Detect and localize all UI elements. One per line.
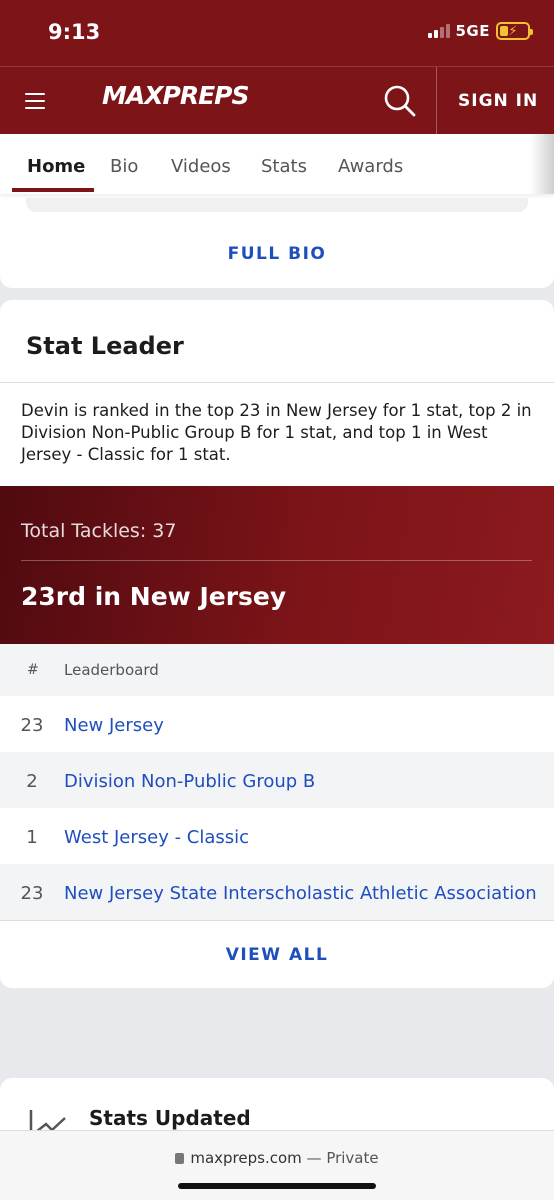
url-domain: maxpreps.com — [190, 1149, 302, 1167]
rank-column-header: # — [27, 662, 39, 678]
stat-banner: Total Tackles: 37 23rd in New Jersey — [0, 486, 554, 644]
view-all-button[interactable]: VIEW ALL — [0, 945, 554, 965]
leaderboard-link[interactable]: West Jersey - Classic — [64, 827, 249, 848]
stat-leader-description: Devin is ranked in the top 23 in New Jer… — [21, 401, 532, 464]
table-row[interactable]: 2 Division Non-Public Group B — [0, 752, 554, 808]
profile-tabs: Home Bio Videos Stats Awards — [0, 134, 554, 194]
stat-leader-title: Stat Leader — [26, 332, 184, 360]
divider — [0, 382, 554, 383]
bio-card: FULL BIO — [0, 180, 554, 288]
divider — [0, 920, 554, 921]
row-rank: 23 — [20, 715, 44, 736]
leaderboard-link[interactable]: New Jersey State Interscholastic Athleti… — [64, 883, 537, 904]
home-indicator[interactable] — [178, 1183, 376, 1189]
header-divider — [436, 67, 437, 135]
full-bio-button[interactable]: FULL BIO — [0, 244, 554, 264]
tab-home[interactable]: Home — [27, 156, 85, 177]
private-label: — Private — [301, 1149, 379, 1167]
url-display[interactable]: maxpreps.com — Private — [0, 1149, 554, 1167]
tab-bio[interactable]: Bio — [110, 156, 138, 177]
table-row[interactable]: 23 New Jersey — [0, 696, 554, 752]
tab-stats[interactable]: Stats — [261, 156, 307, 177]
battery-icon: ⚡ — [496, 22, 533, 40]
stats-updated-title: Stats Updated — [89, 1106, 251, 1130]
leaderboard-header: # Leaderboard — [0, 644, 554, 696]
leaderboard-link[interactable]: New Jersey — [64, 715, 164, 736]
bio-content-edge — [26, 198, 528, 212]
row-rank: 1 — [26, 827, 38, 848]
tab-videos[interactable]: Videos — [171, 156, 231, 177]
lock-icon — [175, 1153, 185, 1164]
table-row[interactable]: 23 New Jersey State Interscholastic Athl… — [0, 864, 554, 920]
row-rank: 23 — [20, 883, 44, 904]
table-row[interactable]: 1 West Jersey - Classic — [0, 808, 554, 864]
banner-divider — [21, 560, 532, 561]
status-bar: 9:13 5GE ⚡ — [0, 0, 554, 66]
leaderboard-column-header: Leaderboard — [64, 661, 159, 679]
app-header: MAXPREPS SIGN IN — [0, 66, 554, 135]
leaderboard-link[interactable]: Division Non-Public Group B — [64, 771, 315, 792]
maxpreps-logo[interactable]: MAXPREPS — [102, 81, 249, 110]
tab-awards[interactable]: Awards — [338, 156, 403, 177]
search-icon[interactable] — [382, 83, 418, 119]
status-time: 9:13 — [48, 20, 101, 44]
sign-in-button[interactable]: SIGN IN — [458, 91, 538, 111]
network-type: 5GE — [455, 22, 490, 40]
signal-icon — [427, 24, 450, 38]
tabs-scroll-fade — [530, 134, 554, 194]
stat-rank: 23rd in New Jersey — [21, 582, 287, 611]
stat-label: Total Tackles: 37 — [21, 520, 177, 542]
browser-address-bar[interactable]: maxpreps.com — Private — [0, 1130, 554, 1200]
menu-icon[interactable] — [25, 93, 45, 109]
row-rank: 2 — [26, 771, 38, 792]
status-indicators: 5GE ⚡ — [427, 22, 533, 40]
active-tab-indicator — [12, 188, 94, 192]
